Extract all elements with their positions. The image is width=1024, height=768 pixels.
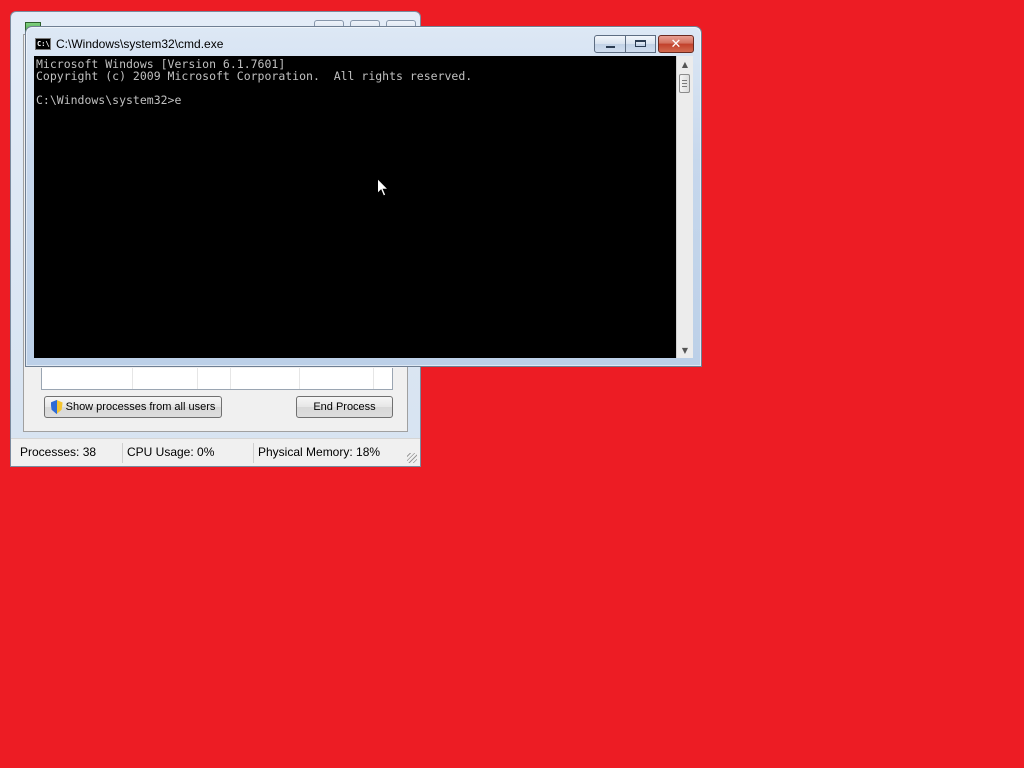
process-list-column-divider (197, 368, 198, 389)
end-process-label: End Process (313, 401, 376, 413)
process-list-column-divider (132, 368, 133, 389)
uac-shield-icon (50, 400, 63, 414)
console-prompt-line[interactable]: C:\Windows\system32>e (36, 94, 676, 106)
close-button[interactable]: ✕ (658, 35, 694, 53)
process-list[interactable] (41, 368, 393, 390)
show-all-users-label: Show processes from all users (65, 401, 216, 413)
cmd-app-icon[interactable]: C:\ (35, 38, 51, 50)
process-list-column-divider (299, 368, 300, 389)
process-list-column-divider (230, 368, 231, 389)
status-bar: Processes: 38 CPU Usage: 0% Physical Mem… (11, 438, 420, 466)
status-divider (122, 443, 123, 463)
minimize-icon (606, 46, 615, 48)
close-icon: ✕ (670, 36, 682, 52)
window-title: C:\Windows\system32\cmd.exe (56, 37, 224, 51)
status-divider (253, 443, 254, 463)
maximize-button[interactable] (626, 35, 656, 53)
status-physical-memory: Physical Memory: 18% (258, 445, 381, 459)
minimize-button[interactable] (594, 35, 626, 53)
process-list-column-divider (373, 368, 374, 389)
resize-grip-icon[interactable] (407, 453, 417, 463)
status-cpu-usage: CPU Usage: 0% (127, 445, 215, 459)
vertical-scrollbar[interactable]: ▲ ▼ (676, 56, 693, 358)
scroll-down-arrow-icon[interactable]: ▼ (677, 343, 693, 357)
cmd-window[interactable]: C:\ C:\Windows\system32\cmd.exe ✕ Micros… (25, 26, 702, 367)
maximize-icon (635, 40, 646, 47)
console-output[interactable]: Microsoft Windows [Version 6.1.7601] Cop… (34, 56, 676, 358)
mouse-cursor-icon (377, 178, 389, 197)
console-line: Copyright (c) 2009 Microsoft Corporation… (36, 69, 473, 83)
status-processes: Processes: 38 (20, 445, 97, 459)
scroll-up-arrow-icon[interactable]: ▲ (677, 57, 693, 71)
show-all-users-button[interactable]: Show processes from all users (44, 396, 222, 418)
end-process-button[interactable]: End Process (296, 396, 393, 418)
scrollbar-thumb[interactable] (679, 74, 690, 93)
